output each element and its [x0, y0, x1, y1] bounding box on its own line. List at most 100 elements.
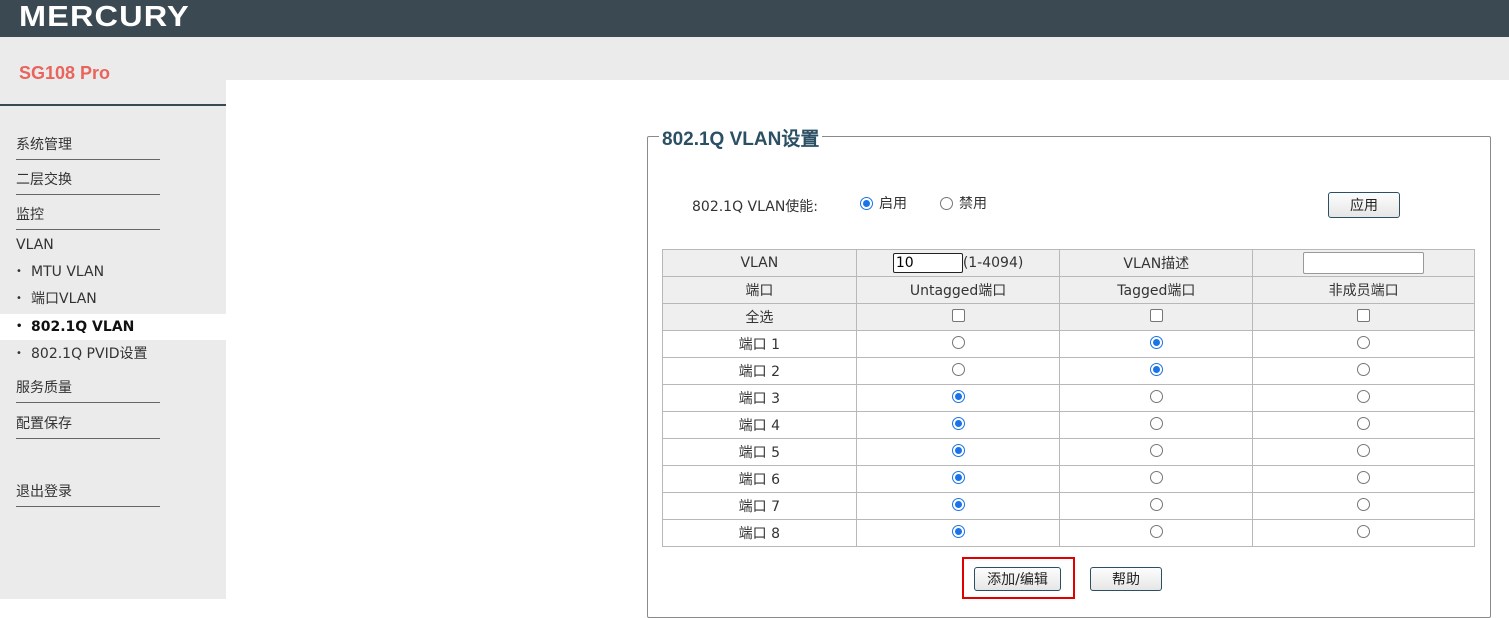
nonmember-radio[interactable]: [1357, 362, 1371, 376]
submenu-label: 端口VLAN: [31, 291, 97, 307]
nonmember-cell: [1252, 438, 1475, 466]
nonmember-radio[interactable]: [1357, 470, 1371, 484]
tagged-radio[interactable]: [1149, 470, 1163, 484]
menu-save-config[interactable]: 配置保存: [16, 413, 160, 439]
menu-vlan[interactable]: VLAN: [16, 237, 54, 253]
untagged-radio[interactable]: [951, 497, 965, 511]
bullet-icon: •: [16, 293, 22, 304]
enable-option[interactable]: 启用: [860, 193, 907, 213]
untagged-radio[interactable]: [951, 335, 965, 349]
nonmember-radio[interactable]: [1357, 497, 1371, 511]
tagged-radio[interactable]: [1149, 443, 1163, 457]
submenu-port-vlan[interactable]: • 端口VLAN: [16, 286, 226, 312]
column-header-row: 端口 Untagged端口 Tagged端口 非成员端口: [662, 276, 1475, 304]
nonmember-radio[interactable]: [1357, 335, 1371, 349]
select-all-untagged-checkbox[interactable]: [951, 308, 965, 322]
select-all-row: 全选: [662, 303, 1475, 331]
submenu-8021q-pvid[interactable]: • 802.1Q PVID设置: [16, 341, 226, 367]
nonmember-radio[interactable]: [1357, 416, 1371, 430]
untagged-cell: [855, 330, 1061, 358]
vlan-id-input[interactable]: [892, 253, 963, 273]
tagged-radio[interactable]: [1149, 497, 1163, 511]
nonmember-cell: [1252, 357, 1475, 385]
menu-layer2-switching[interactable]: 二层交换: [16, 169, 160, 195]
untagged-radio[interactable]: [951, 362, 965, 376]
submenu-mtu-vlan[interactable]: • MTU VLAN: [16, 259, 226, 285]
nonmember-cell: [1252, 330, 1475, 358]
vlan-range-hint: (1-4094): [962, 255, 1024, 271]
col-nonmember-header: 非成员端口: [1252, 276, 1475, 304]
top-banner: MERCURY: [0, 0, 1509, 37]
tagged-radio[interactable]: [1149, 389, 1163, 403]
nonmember-radio[interactable]: [1357, 443, 1371, 457]
col-port-header: 端口: [662, 276, 857, 304]
table-row: 端口 2: [662, 357, 1475, 385]
tagged-radio[interactable]: [1149, 335, 1163, 349]
vlan-id-row: VLAN (1-4094) VLAN描述: [662, 249, 1475, 277]
select-all-tagged-checkbox[interactable]: [1149, 308, 1163, 322]
device-model: SG108 Pro: [19, 63, 111, 83]
select-all-nonmember-checkbox[interactable]: [1357, 308, 1371, 322]
nonmember-radio[interactable]: [1357, 389, 1371, 403]
untagged-cell: [855, 357, 1061, 385]
untagged-cell: [855, 492, 1061, 520]
untagged-cell: [855, 438, 1061, 466]
untagged-radio[interactable]: [951, 389, 965, 403]
disable-option[interactable]: 禁用: [940, 193, 987, 213]
select-all-untagged-cell: [855, 303, 1061, 331]
port-name: 端口 4: [662, 411, 857, 439]
vlan-port-table: VLAN (1-4094) VLAN描述 端口 Untagged端口 Tagge…: [662, 249, 1475, 547]
submenu-8021q-vlan[interactable]: • 802.1Q VLAN: [0, 314, 226, 340]
untagged-radio[interactable]: [951, 470, 965, 484]
bullet-icon: •: [16, 266, 22, 277]
table-row: 端口 5: [662, 438, 1475, 466]
enable-radio[interactable]: [860, 196, 873, 210]
disable-radio[interactable]: [940, 196, 953, 210]
col-untagged-header: Untagged端口: [855, 276, 1061, 304]
menu-logout[interactable]: 退出登录: [16, 481, 160, 507]
tagged-radio[interactable]: [1149, 416, 1163, 430]
vlan-id-cell: (1-4094): [855, 249, 1061, 277]
tagged-cell: [1059, 330, 1254, 358]
menu-monitoring[interactable]: 监控: [16, 204, 160, 230]
port-name: 端口 8: [662, 519, 857, 547]
tagged-cell: [1059, 465, 1254, 493]
nonmember-cell: [1252, 492, 1475, 520]
tagged-cell: [1059, 384, 1254, 412]
table-row: 端口 6: [662, 465, 1475, 493]
vlan-desc-input[interactable]: [1303, 252, 1425, 274]
tagged-cell: [1059, 492, 1254, 520]
brand-logo: MERCURY: [19, 1, 190, 33]
menu-system-management[interactable]: 系统管理: [16, 134, 160, 160]
select-all-tagged-cell: [1059, 303, 1254, 331]
untagged-radio[interactable]: [951, 416, 965, 430]
tagged-cell: [1059, 519, 1254, 547]
apply-button[interactable]: 应用: [1328, 192, 1400, 218]
enable-option-label: 启用: [879, 196, 907, 212]
nonmember-radio[interactable]: [1357, 524, 1371, 538]
vlan-enable-label: 802.1Q VLAN使能:: [692, 199, 819, 215]
table-row: 端口 3: [662, 384, 1475, 412]
select-all-label: 全选: [662, 303, 857, 331]
sidebar-divider: [0, 104, 226, 106]
tagged-radio[interactable]: [1149, 524, 1163, 538]
table-row: 端口 4: [662, 411, 1475, 439]
disable-option-label: 禁用: [959, 196, 987, 212]
vlan-label: VLAN: [662, 249, 857, 277]
menu-qos[interactable]: 服务质量: [16, 377, 160, 403]
help-button[interactable]: 帮助: [1090, 567, 1162, 591]
untagged-radio[interactable]: [951, 443, 965, 457]
port-name: 端口 7: [662, 492, 857, 520]
port-name: 端口 5: [662, 438, 857, 466]
tagged-radio[interactable]: [1149, 362, 1163, 376]
bullet-icon: •: [16, 321, 23, 332]
port-name: 端口 2: [662, 357, 857, 385]
untagged-cell: [855, 465, 1061, 493]
untagged-radio[interactable]: [951, 524, 965, 538]
nonmember-cell: [1252, 411, 1475, 439]
submenu-label: MTU VLAN: [31, 264, 105, 280]
tagged-cell: [1059, 357, 1254, 385]
highlight-box: [962, 557, 1075, 599]
port-name: 端口 3: [662, 384, 857, 412]
untagged-cell: [855, 384, 1061, 412]
